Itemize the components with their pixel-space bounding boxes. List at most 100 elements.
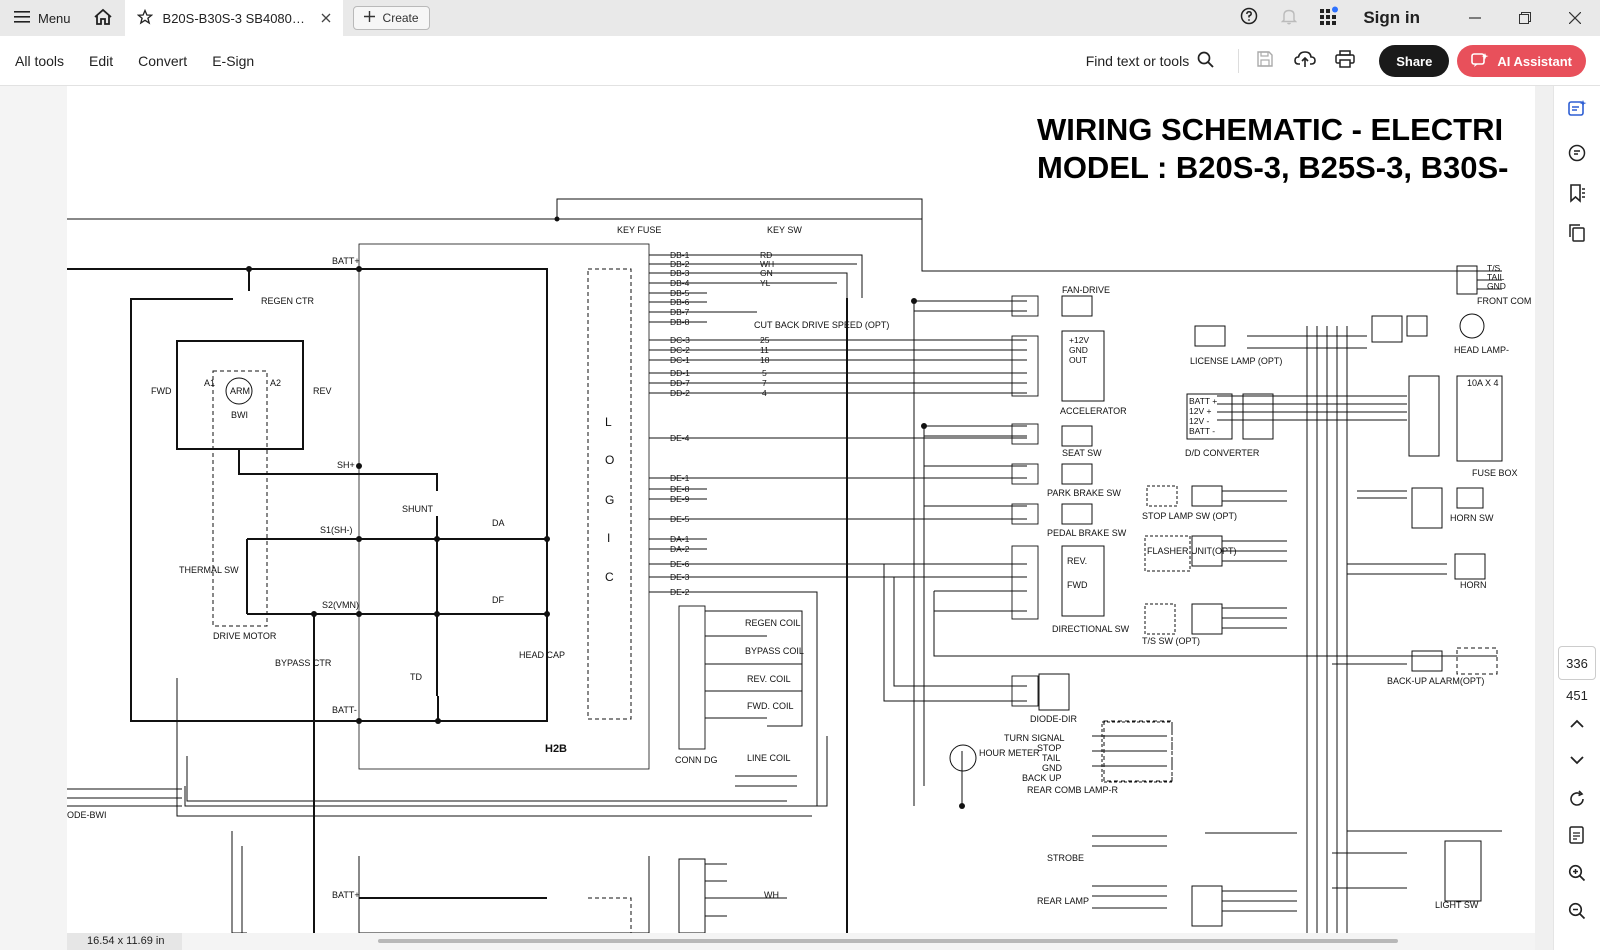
dc-pin-1: DC-1 <box>670 355 690 365</box>
star-icon[interactable] <box>136 8 153 28</box>
dc-wire-5: 5 <box>762 368 767 378</box>
menu-button[interactable]: Menu <box>0 0 81 36</box>
db-pin-6: DB-6 <box>670 297 690 307</box>
label-stop: STOP <box>1037 743 1061 753</box>
label-rear-lamp: REAR LAMP <box>1037 896 1089 906</box>
dd-box-12v-minus: 12V - <box>1189 416 1209 426</box>
label-horn: HORN <box>1460 580 1487 590</box>
title-bar: Menu B20S-B30S-3 SB4080E0... Create Sign… <box>0 0 1600 36</box>
logic-letter-c: C <box>605 570 614 584</box>
zoom-out-button[interactable] <box>1564 900 1590 926</box>
share-button[interactable]: Share <box>1379 45 1450 77</box>
next-page-button[interactable] <box>1564 748 1590 774</box>
logic-letter-g: G <box>605 493 614 507</box>
label-sh-plus: SH+ <box>337 460 355 470</box>
pages-icon <box>1567 223 1587 248</box>
refresh-icon <box>1568 789 1586 813</box>
cloud-upload-icon <box>1294 50 1317 73</box>
print-button[interactable] <box>1325 45 1365 77</box>
de-pin-5: DE-5 <box>670 514 690 524</box>
label-conn-dg: CONN DG <box>675 755 718 765</box>
document-tab[interactable]: B20S-B30S-3 SB4080E0... <box>124 0 343 36</box>
comment-panel-button[interactable] <box>1564 98 1590 124</box>
toolbar-divider <box>1238 49 1240 73</box>
label-batt-minus: BATT- <box>332 705 357 715</box>
dd-pin-1: DD-1 <box>670 368 690 378</box>
document-viewport[interactable]: WIRING SCHEMATIC - ELECTRI MODEL : B20S-… <box>0 86 1535 950</box>
minimize-button[interactable] <box>1450 8 1500 29</box>
notifications-button[interactable] <box>1269 2 1309 34</box>
label-drive-motor: DRIVE MOTOR <box>213 631 277 641</box>
menu-all-tools[interactable]: All tools <box>15 53 64 69</box>
label-gnd-front: GND <box>1487 281 1506 291</box>
create-button[interactable]: Create <box>352 6 430 30</box>
db-pin-4: DB-4 <box>670 278 690 288</box>
refresh-button[interactable] <box>1564 788 1590 814</box>
annotations-button[interactable] <box>1564 142 1590 168</box>
label-diode-bwi: ODE-BWI <box>67 810 107 820</box>
search-icon <box>1197 51 1214 71</box>
find-tools-search[interactable]: Find text or tools <box>1086 51 1215 71</box>
bookmarks-button[interactable] <box>1564 182 1590 208</box>
label-dd-converter: D/D CONVERTER <box>1185 448 1260 458</box>
previous-page-button[interactable] <box>1564 712 1590 738</box>
current-page-input[interactable]: 336 <box>1558 646 1596 680</box>
horizontal-scrollbar[interactable] <box>378 939 1398 943</box>
pages-button[interactable] <box>1564 222 1590 248</box>
close-tab-icon[interactable] <box>321 11 331 26</box>
label-s1: S1(SH-) <box>320 525 353 535</box>
bookmark-icon <box>1567 183 1587 208</box>
dd-box-12v-plus: 12V + <box>1189 406 1211 416</box>
label-stop-lamp-sw: STOP LAMP SW (OPT) <box>1142 511 1237 521</box>
sign-in-button[interactable]: Sign in <box>1363 8 1420 28</box>
label-seat-sw: SEAT SW <box>1062 448 1102 458</box>
dd-box-batt-plus: BATT + <box>1189 396 1217 406</box>
upload-button[interactable] <box>1285 45 1325 77</box>
close-window-button[interactable] <box>1550 8 1600 29</box>
save-button[interactable] <box>1245 45 1285 77</box>
label-bypass-coil: BYPASS COIL <box>745 646 804 656</box>
menu-edit[interactable]: Edit <box>89 53 113 69</box>
dd-box-batt-minus: BATT - <box>1189 426 1215 436</box>
label-rear-comb-lamp: REAR COMB LAMP-R <box>1027 785 1119 795</box>
apps-button[interactable] <box>1309 2 1349 34</box>
label-cut-back: CUT BACK DRIVE SPEED (OPT) <box>754 320 889 330</box>
label-front-com: FRONT COM <box>1477 296 1531 306</box>
ai-assistant-icon <box>1471 52 1489 71</box>
total-pages: 451 <box>1566 688 1588 703</box>
save-icon <box>1256 50 1274 73</box>
dc-wire-18: 18 <box>760 355 770 365</box>
pdf-page[interactable]: WIRING SCHEMATIC - ELECTRI MODEL : B20S-… <box>67 86 1535 933</box>
label-fwd: FWD <box>151 386 172 396</box>
label-park-brake-sw: PARK BRAKE SW <box>1047 488 1121 498</box>
label-back-up: BACK UP <box>1022 773 1062 783</box>
label-backup-alarm: BACK-UP ALARM(OPT) <box>1387 676 1484 686</box>
label-a1: A1 <box>204 378 215 388</box>
de-pin-3: DE-3 <box>670 572 690 582</box>
label-horn-sw: HORN SW <box>1450 513 1494 523</box>
label-regen-ctr: REGEN CTR <box>261 296 315 306</box>
label-h2b: H2B <box>545 743 567 755</box>
label-bypass-ctr: BYPASS CTR <box>275 658 332 668</box>
page-layout-button[interactable] <box>1564 824 1590 850</box>
zoom-in-button[interactable] <box>1564 862 1590 888</box>
db-color-gn: GN <box>760 268 773 278</box>
restore-button[interactable] <box>1500 8 1550 29</box>
db-pin-7: DB-7 <box>670 307 690 317</box>
zoom-in-icon <box>1568 864 1586 887</box>
label-pedal-brake-sw: PEDAL BRAKE SW <box>1047 528 1127 538</box>
menu-label: Menu <box>38 10 71 26</box>
help-button[interactable] <box>1229 2 1269 34</box>
label-thermal-sw: THERMAL SW <box>179 565 239 575</box>
da-pin-1: DA-1 <box>670 534 690 544</box>
dc-pin-2: DC-2 <box>670 345 690 355</box>
ai-assistant-button[interactable]: AI Assistant <box>1457 45 1586 77</box>
label-s2: S2(VMN) <box>322 600 359 610</box>
label-df: DF <box>492 595 504 605</box>
home-button[interactable] <box>81 0 125 36</box>
schematic-title-line2: MODEL : B20S-3, B25S-3, B30S- <box>1037 150 1508 185</box>
label-fuse-box: FUSE BOX <box>1472 468 1518 478</box>
home-icon <box>93 8 113 29</box>
menu-e-sign[interactable]: E-Sign <box>212 53 254 69</box>
menu-convert[interactable]: Convert <box>138 53 187 69</box>
